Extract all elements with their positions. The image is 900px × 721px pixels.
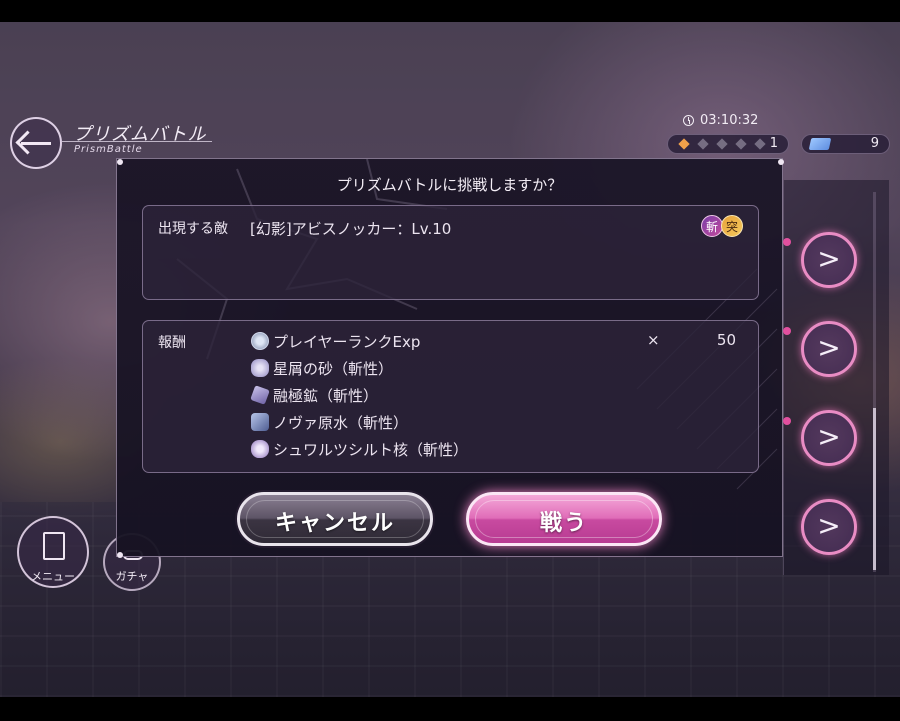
core-icon: [251, 440, 269, 458]
back-button[interactable]: [10, 117, 62, 169]
back-arrow-icon: [21, 142, 51, 145]
ticket-icon: [808, 138, 832, 150]
reward-name: 融極鉱（斬性）: [273, 386, 379, 405]
rank-diamond-icon: [735, 138, 747, 150]
cancel-button-label: キャンセル: [274, 511, 395, 536]
reward-item: シュワルツシルト核（斬性）: [251, 438, 468, 460]
stage-go-button[interactable]: >: [801, 410, 857, 466]
slash-attribute-icon: 斬: [701, 215, 723, 237]
chevron-right-icon: >: [817, 242, 841, 275]
chevron-right-icon: >: [817, 331, 841, 364]
book-icon: [43, 532, 65, 560]
chevron-right-icon: >: [817, 420, 841, 453]
menu-button[interactable]: メニュー: [17, 516, 89, 588]
ticket-count: 9: [870, 136, 879, 151]
stardust-icon: [251, 359, 269, 377]
scrollbar-thumb[interactable]: [873, 408, 876, 570]
chevron-right-icon: >: [817, 509, 841, 542]
exp-orb-icon: [251, 332, 269, 350]
reward-quantity: 50: [716, 331, 736, 349]
fight-button[interactable]: 戦う: [466, 492, 662, 546]
screen-title: プリズムバトル: [73, 124, 207, 145]
reward-item: ノヴァ原水（斬性）: [251, 411, 408, 433]
reward-box: 報酬 プレイヤーランクExp × 50 星屑の砂（斬性） 融極鉱（斬性） ノヴァ…: [142, 320, 759, 473]
gacha-label: ガチャ: [115, 570, 149, 583]
dialog-title: プリズムバトルに挑戦しますか？: [336, 176, 563, 194]
reward-item: 融極鉱（斬性）: [250, 384, 379, 406]
stage-go-button[interactable]: >: [801, 232, 857, 288]
reward-item: 星屑の砂（斬性）: [251, 357, 393, 379]
reward-multiplier: ×: [647, 331, 660, 349]
reward-label: 報酬: [158, 335, 186, 351]
notification-dot: [783, 327, 791, 335]
reward-item: プレイヤーランクExp: [251, 330, 420, 352]
rank-value: 1: [769, 136, 778, 151]
clock-icon: [683, 115, 694, 126]
enemy-name: [幻影]アビスノッカー：Lv.10: [250, 220, 452, 238]
ore-icon: [250, 385, 270, 405]
title-divider: [62, 141, 212, 142]
letterbox-top: [0, 0, 900, 22]
enemy-label: 出現する敵: [158, 221, 228, 237]
screen-subtitle: PrismBattle: [74, 144, 143, 155]
notification-dot: [783, 238, 791, 246]
ticket-counter: 9: [801, 134, 890, 154]
timer: 03:10:32: [683, 113, 758, 128]
rank-diamond-icon: [754, 138, 766, 150]
reward-name: シュワルツシルト核（斬性）: [273, 440, 469, 459]
reward-name: ノヴァ原水（斬性）: [273, 413, 409, 432]
nova-water-icon: [251, 413, 269, 431]
rank-diamond-icon: [678, 138, 690, 150]
stage-go-button[interactable]: >: [801, 499, 857, 555]
rank-diamond-icon: [697, 138, 709, 150]
fight-button-label: 戦う: [539, 511, 588, 536]
rank-indicator: 1: [667, 134, 789, 154]
menu-label: メニュー: [31, 570, 75, 583]
reward-name: プレイヤーランクExp: [273, 332, 421, 351]
reward-name: 星屑の砂（斬性）: [273, 359, 394, 378]
battle-confirm-dialog: プリズムバトルに挑戦しますか？ 出現する敵 [幻影]アビスノッカー：Lv.10 …: [116, 158, 784, 558]
enemy-info-box: 出現する敵 [幻影]アビスノッカー：Lv.10 斬 突: [142, 205, 759, 300]
letterbox-bottom: [0, 697, 900, 721]
rank-diamond-icon: [716, 138, 728, 150]
pierce-attribute-icon: 突: [721, 215, 743, 237]
notification-dot: [783, 417, 791, 425]
timer-text: 03:10:32: [700, 113, 759, 128]
cancel-button[interactable]: キャンセル: [237, 492, 433, 546]
stage-go-button[interactable]: >: [801, 321, 857, 377]
